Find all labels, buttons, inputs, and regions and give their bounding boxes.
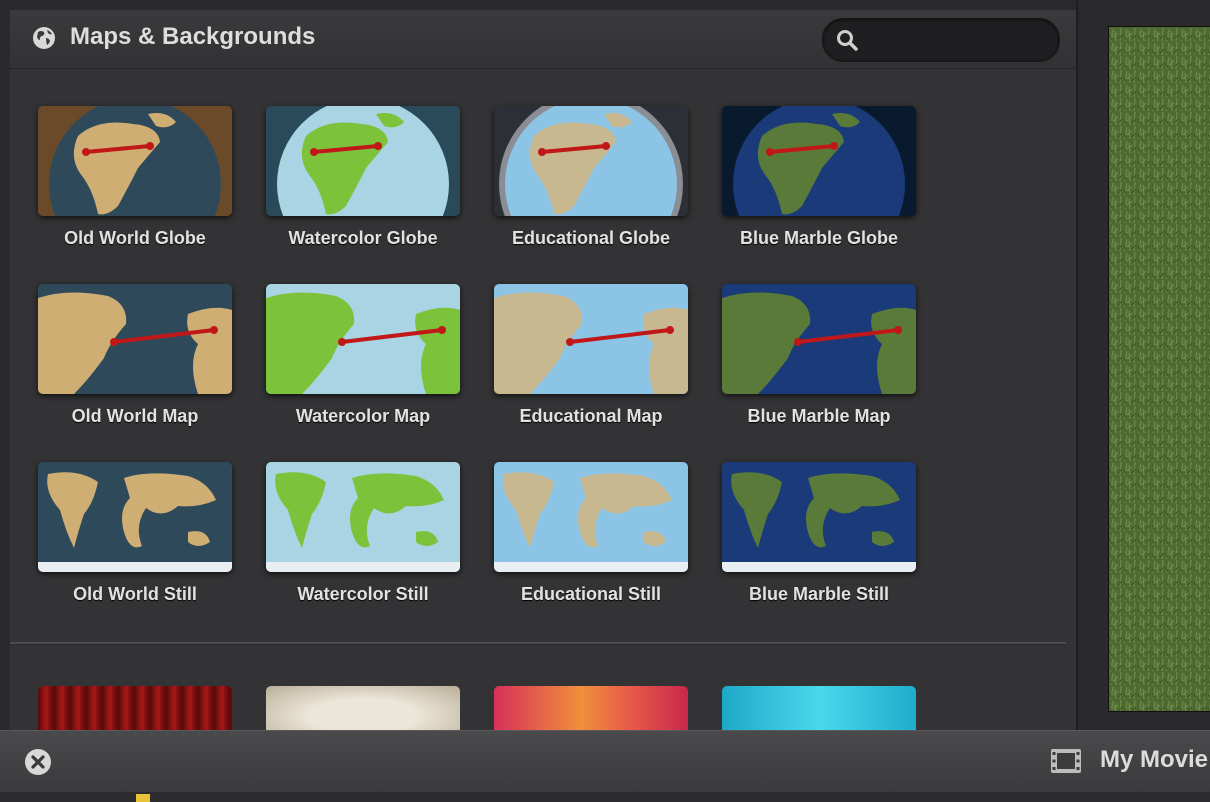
map-style-label: Watercolor Map [295, 406, 431, 426]
map-style-tile[interactable]: Old World Map [38, 284, 232, 427]
map-style-tile[interactable]: Blue Marble Globe [722, 106, 916, 249]
map-style-tile[interactable]: Watercolor Still [266, 462, 460, 605]
map-thumbnail[interactable] [722, 462, 916, 572]
background-tile-parchment[interactable] [266, 686, 460, 730]
maps-backgrounds-panel: Maps & Backgrounds Old World Globe Waterc… [10, 10, 1076, 730]
search-field[interactable] [822, 18, 1060, 62]
map-style-tile[interactable]: Old World Still [38, 462, 232, 605]
map-style-label: Blue Marble Globe [739, 228, 899, 248]
map-style-label: Blue Marble Still [748, 584, 890, 604]
map-style-tile[interactable]: Blue Marble Still [722, 462, 916, 605]
viewer-preview [1108, 26, 1210, 712]
map-style-label: Educational Map [519, 406, 663, 426]
map-thumbnail[interactable] [722, 284, 916, 394]
map-thumbnail[interactable] [38, 284, 232, 394]
map-style-tile[interactable]: Educational Map [494, 284, 688, 427]
map-thumbnail[interactable] [494, 462, 688, 572]
map-style-label: Old World Still [73, 584, 197, 604]
folder-icon [136, 794, 150, 802]
map-style-tile[interactable]: Blue Marble Map [722, 284, 916, 427]
project-title[interactable]: My Movie [1100, 746, 1208, 774]
globe-icon [33, 27, 55, 49]
map-style-tile[interactable]: Educational Globe [494, 106, 688, 249]
map-thumbnail[interactable] [266, 284, 460, 394]
background-tile-curtain[interactable] [38, 686, 232, 730]
map-thumbnail[interactable] [266, 106, 460, 216]
background-tile-sunset[interactable] [494, 686, 688, 730]
bottom-toolbar: My Movie [0, 730, 1210, 793]
map-style-tile[interactable]: Watercolor Map [266, 284, 460, 427]
map-style-label: Educational Globe [511, 228, 671, 248]
map-style-label: Old World Globe [64, 228, 206, 248]
panel-title: Maps & Backgrounds [70, 23, 316, 50]
map-style-label: Blue Marble Map [747, 406, 891, 426]
panel-header: Maps & Backgrounds [10, 10, 1076, 69]
timeline-strip [0, 792, 1210, 802]
map-style-label: Old World Map [71, 406, 199, 426]
map-thumbnail[interactable] [266, 462, 460, 572]
map-style-tile[interactable]: Educational Still [494, 462, 688, 605]
film-icon [1051, 749, 1081, 773]
search-icon [837, 30, 858, 51]
map-thumbnail[interactable] [38, 106, 232, 216]
map-style-label: Watercolor Globe [288, 228, 438, 248]
map-style-label: Watercolor Still [297, 584, 429, 604]
close-icon[interactable] [24, 748, 52, 776]
map-style-tile[interactable]: Watercolor Globe [266, 106, 460, 249]
map-style-tile[interactable]: Old World Globe [38, 106, 232, 249]
map-thumbnail[interactable] [722, 106, 916, 216]
map-thumbnail[interactable] [494, 284, 688, 394]
search-input[interactable] [867, 25, 1051, 55]
map-thumbnail[interactable] [38, 462, 232, 572]
pane-divider[interactable] [1076, 0, 1078, 730]
map-thumbnail[interactable] [494, 106, 688, 216]
background-tile-aqua[interactable] [722, 686, 916, 730]
map-style-label: Educational Still [520, 584, 662, 604]
section-divider [10, 642, 1066, 645]
